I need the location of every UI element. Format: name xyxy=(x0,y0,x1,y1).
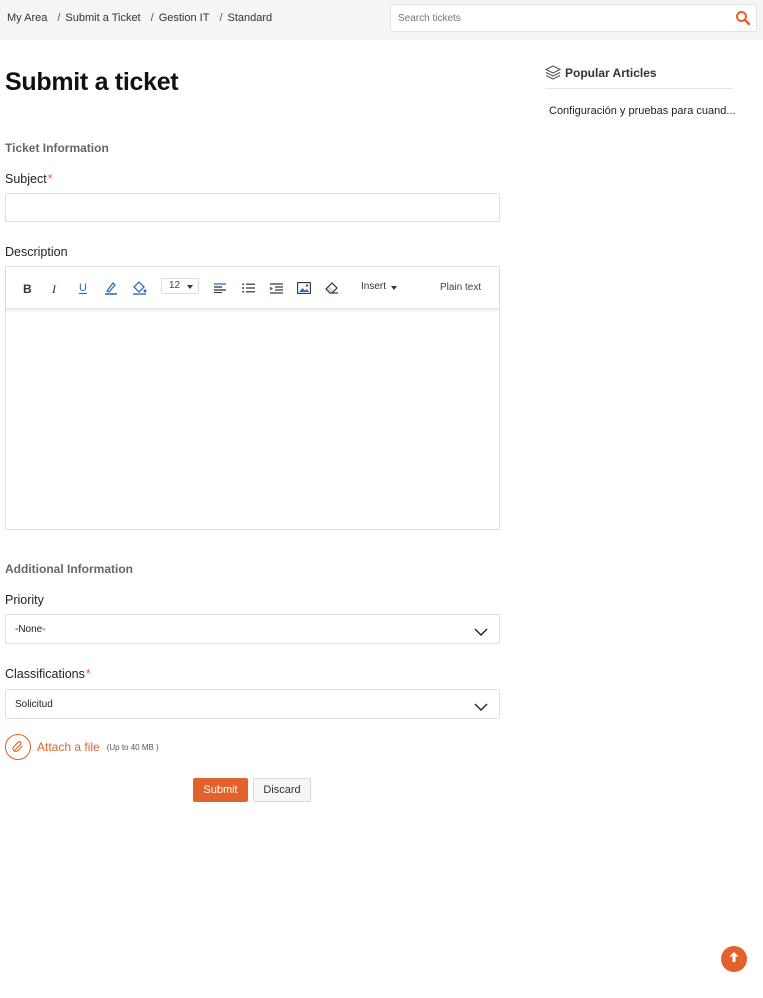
breadcrumb-standard[interactable]: Standard xyxy=(228,12,273,24)
italic-icon[interactable]: I xyxy=(46,279,64,297)
subject-input[interactable] xyxy=(6,194,499,221)
classifications-label: Classifications* xyxy=(5,667,91,681)
classifications-label-text: Classifications xyxy=(5,667,85,681)
breadcrumb-gestion-it[interactable]: Gestion IT xyxy=(159,12,210,24)
description-editor: B I U 12 Insert Plain text xyxy=(5,266,500,530)
bullet-list-icon[interactable] xyxy=(239,279,257,297)
breadcrumb-separator: / xyxy=(57,12,61,24)
chevron-down-icon xyxy=(474,699,488,711)
chevron-down-icon xyxy=(187,285,193,289)
required-marker: * xyxy=(47,172,53,186)
bold-icon[interactable]: B xyxy=(18,279,36,297)
attach-size-note: (Up to 40 MB ) xyxy=(106,742,159,752)
classifications-value: Solicitud xyxy=(15,699,53,710)
description-textarea[interactable] xyxy=(6,310,499,529)
underline-icon[interactable]: U xyxy=(74,279,92,297)
editor-toolbar: B I U 12 Insert Plain text xyxy=(6,267,499,309)
breadcrumb-my-area[interactable]: My Area xyxy=(7,12,47,24)
breadcrumb-submit-ticket[interactable]: Submit a Ticket xyxy=(65,12,140,24)
subject-label-text: Subject xyxy=(5,172,47,186)
required-marker: * xyxy=(85,667,91,681)
chevron-down-icon xyxy=(391,286,397,290)
description-label: Description xyxy=(5,245,68,259)
insert-dropdown[interactable]: Insert xyxy=(361,281,386,292)
scroll-to-top-button[interactable] xyxy=(721,946,747,972)
search-icon[interactable] xyxy=(735,10,751,26)
popular-article-link[interactable]: Configuración y pruebas para cuand... xyxy=(549,105,736,117)
breadcrumb: My Area / Submit a Ticket / Gestion IT /… xyxy=(7,12,272,24)
priority-value: -None- xyxy=(15,624,46,635)
classifications-select[interactable]: Solicitud xyxy=(5,689,500,719)
search-input[interactable] xyxy=(391,5,731,31)
svg-text:U: U xyxy=(79,282,87,294)
popular-articles-header: Popular Articles xyxy=(544,63,733,89)
top-bar: My Area / Submit a Ticket / Gestion IT /… xyxy=(0,0,763,40)
plain-text-toggle[interactable]: Plain text xyxy=(440,282,481,293)
breadcrumb-separator: / xyxy=(219,12,223,24)
background-color-icon[interactable] xyxy=(130,279,148,297)
popular-articles-title: Popular Articles xyxy=(565,66,657,80)
indent-icon[interactable] xyxy=(267,279,285,297)
discard-button[interactable]: Discard xyxy=(253,778,311,802)
submit-button[interactable]: Submit xyxy=(193,778,248,802)
arrow-up-icon xyxy=(728,950,740,968)
paperclip-icon[interactable] xyxy=(5,734,31,760)
font-size-value: 12 xyxy=(169,280,181,291)
additional-information-heading: Additional Information xyxy=(5,562,133,576)
svg-text:I: I xyxy=(51,282,57,294)
ticket-information-heading: Ticket Information xyxy=(5,141,109,155)
align-left-icon[interactable] xyxy=(211,279,229,297)
priority-select[interactable]: -None- xyxy=(5,614,500,644)
subject-field-wrapper xyxy=(5,193,500,222)
layers-icon xyxy=(544,65,562,81)
priority-label: Priority xyxy=(5,593,44,607)
svg-text:B: B xyxy=(23,282,32,294)
clear-format-icon[interactable] xyxy=(323,279,341,297)
subject-label: Subject* xyxy=(5,172,53,186)
text-color-icon[interactable] xyxy=(102,279,120,297)
page-title: Submit a ticket xyxy=(5,68,179,96)
breadcrumb-separator: / xyxy=(150,12,154,24)
chevron-down-icon xyxy=(474,624,488,636)
font-size-dropdown[interactable]: 12 xyxy=(161,278,199,294)
image-icon[interactable] xyxy=(295,279,313,297)
attach-file[interactable]: Attach a file (Up to 40 MB ) xyxy=(5,734,159,760)
search-box xyxy=(390,4,757,32)
attach-file-link[interactable]: Attach a file xyxy=(37,740,100,754)
